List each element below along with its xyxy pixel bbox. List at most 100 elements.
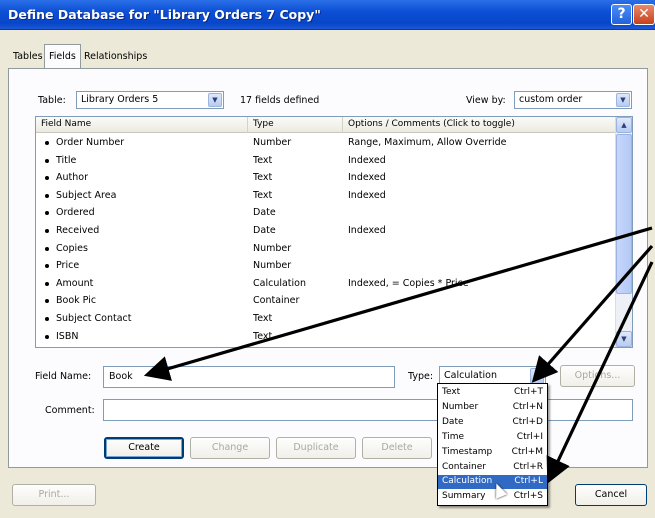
menu-item-shortcut: Ctrl+D xyxy=(512,416,544,427)
type-menu-item-time[interactable]: Time Ctrl+I xyxy=(438,431,547,445)
field-name-input[interactable]: Book xyxy=(103,366,395,388)
type-label: Type: xyxy=(408,371,434,382)
field-name-cell: Author xyxy=(56,172,88,184)
field-type-cell: Calculation xyxy=(253,277,306,289)
type-menu-item-container[interactable]: Container Ctrl+R xyxy=(438,461,547,475)
field-name-cell: Order Number xyxy=(56,137,125,148)
field-name-cell: Copies xyxy=(56,242,88,254)
table-row[interactable]: Subject Area Text Indexed xyxy=(36,187,616,205)
menu-item-label: Timestamp xyxy=(442,446,493,457)
duplicate-button[interactable]: Duplicate xyxy=(276,437,356,459)
field-name-cell: Amount xyxy=(56,277,94,289)
change-button[interactable]: Change xyxy=(190,437,270,459)
field-name-cell: Price xyxy=(56,260,80,272)
chevron-down-icon[interactable]: ▼ xyxy=(616,93,630,107)
tab-tables[interactable]: Tables xyxy=(8,46,48,68)
table-select-value: Library Orders 5 xyxy=(81,94,159,105)
bullet-icon xyxy=(45,176,49,181)
table-row[interactable]: ISBN Text xyxy=(36,328,616,346)
table-row[interactable]: Copies Number xyxy=(36,240,616,258)
field-type-cell: Text xyxy=(253,313,273,324)
scroll-thumb[interactable] xyxy=(616,134,632,294)
chevron-down-icon[interactable]: ▼ xyxy=(208,93,222,107)
menu-item-label: Summary xyxy=(442,491,486,502)
table-label: Table: xyxy=(38,95,66,106)
field-type-cell: Text xyxy=(253,154,273,166)
table-row[interactable]: Received Date Indexed xyxy=(36,222,616,240)
field-name-cell: Subject Contact xyxy=(56,313,132,324)
comment-input[interactable] xyxy=(103,399,633,421)
field-type-cell: Text xyxy=(253,172,273,184)
menu-item-label: Calculation xyxy=(442,476,493,487)
options-button[interactable]: Options... xyxy=(560,365,635,387)
cancel-button[interactable]: Cancel xyxy=(575,484,647,506)
field-options-cell: Indexed xyxy=(348,225,386,236)
field-name-cell: Received xyxy=(56,225,100,236)
field-type-cell: Date xyxy=(253,225,276,236)
menu-item-label: Time xyxy=(442,431,465,442)
type-menu-item-number[interactable]: Number Ctrl+N xyxy=(438,401,547,415)
field-type-cell: Date xyxy=(253,207,276,219)
comment-label: Comment: xyxy=(45,405,95,416)
field-type-cell: Number xyxy=(253,260,292,272)
table-row[interactable]: Ordered Date xyxy=(36,204,616,222)
menu-item-label: Date xyxy=(442,416,464,427)
bullet-icon xyxy=(45,299,49,304)
table-row[interactable]: Title Text Indexed xyxy=(36,152,616,170)
view-by-select[interactable]: custom order ▼ xyxy=(514,91,632,109)
print-button[interactable]: Print... xyxy=(12,484,96,506)
column-header-options[interactable]: Options / Comments (Click to toggle) xyxy=(343,117,616,133)
menu-item-shortcut: Ctrl+I xyxy=(516,431,543,442)
menu-item-label: Number xyxy=(442,401,479,412)
bullet-icon xyxy=(45,229,49,233)
field-name-cell: Ordered xyxy=(56,207,95,219)
type-menu-item-date[interactable]: Date Ctrl+D xyxy=(438,416,547,430)
table-select[interactable]: Library Orders 5 ▼ xyxy=(76,91,224,109)
bullet-icon xyxy=(45,158,49,163)
table-row[interactable]: Price Number xyxy=(36,257,616,275)
type-menu-item-timestamp[interactable]: Timestamp Ctrl+M xyxy=(438,446,547,460)
field-options-cell: Indexed, = Copies * Price xyxy=(348,277,469,289)
scroll-down-icon[interactable]: ▼ xyxy=(616,331,632,347)
table-row[interactable]: Subject Contact Text xyxy=(36,310,616,328)
menu-item-label: Text xyxy=(442,387,461,397)
chevron-down-icon[interactable]: ▼ xyxy=(530,368,544,384)
bullet-icon xyxy=(45,211,49,216)
field-name-cell: ISBN xyxy=(56,330,79,342)
tab-fields[interactable]: Fields xyxy=(44,44,81,69)
menu-item-shortcut: Ctrl+T xyxy=(513,387,543,397)
field-options-cell: Range, Maximum, Allow Override xyxy=(348,137,507,148)
menu-item-shortcut: Ctrl+R xyxy=(513,461,543,472)
bullet-icon xyxy=(45,141,49,145)
field-name-cell: Title xyxy=(56,154,77,166)
tab-relationships[interactable]: Relationships xyxy=(79,46,152,68)
create-button[interactable]: Create xyxy=(104,437,184,459)
help-button[interactable]: ? xyxy=(611,4,632,25)
field-list[interactable]: Field Name Type Options / Comments (Clic… xyxy=(35,116,633,348)
field-list-scrollbar[interactable]: ▲ ▼ xyxy=(615,117,632,347)
column-header-field-name[interactable]: Field Name xyxy=(36,117,248,133)
table-row[interactable]: Book Pic Container xyxy=(36,292,616,310)
bullet-icon xyxy=(45,281,49,286)
field-type-cell: Container xyxy=(253,295,300,307)
field-type-cell: Text xyxy=(253,189,273,201)
table-row[interactable]: Author Text Indexed xyxy=(36,169,616,187)
field-name-cell: Book Pic xyxy=(56,295,97,307)
field-type-cell: Text xyxy=(253,330,273,342)
field-options-cell: Indexed xyxy=(348,172,386,184)
table-row[interactable]: Order Number Number Range, Maximum, Allow … xyxy=(36,134,616,152)
close-button[interactable]: ✕ xyxy=(633,4,655,25)
field-type-cell: Number xyxy=(253,137,292,148)
menu-item-shortcut: Ctrl+M xyxy=(511,446,543,457)
field-options-cell: Indexed xyxy=(348,154,386,166)
type-menu-item-text[interactable]: Text Ctrl+T xyxy=(438,386,547,400)
field-name-cell: Subject Area xyxy=(56,189,117,201)
table-row[interactable]: Amount Calculation Indexed, = Copies * Pri… xyxy=(36,275,616,293)
field-count: 17 fields defined xyxy=(240,95,320,106)
delete-button[interactable]: Delete xyxy=(362,437,432,459)
bullet-icon xyxy=(45,264,49,269)
bullet-icon xyxy=(45,334,49,339)
view-by-value: custom order xyxy=(519,94,583,105)
scroll-up-icon[interactable]: ▲ xyxy=(616,117,632,133)
column-header-type[interactable]: Type xyxy=(248,117,343,133)
